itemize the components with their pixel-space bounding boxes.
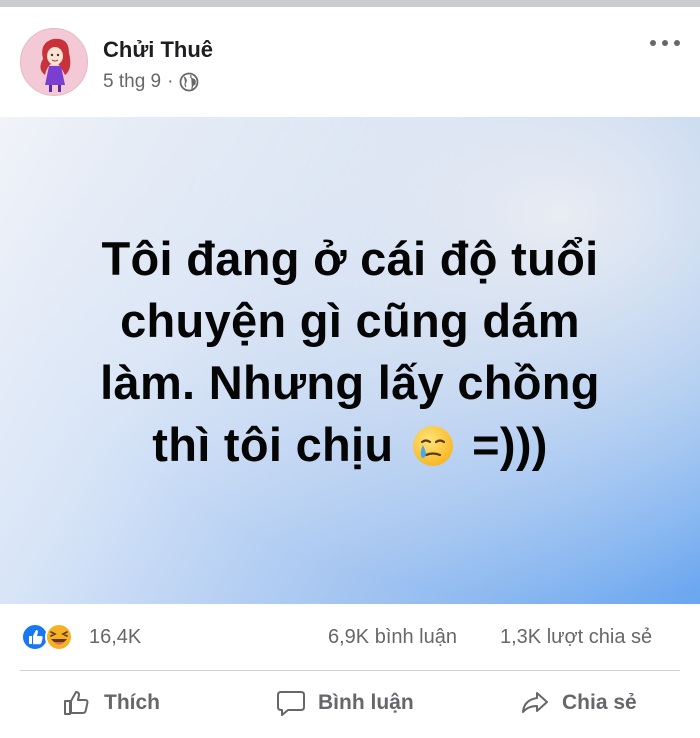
- shares-count[interactable]: 1,3K lượt chia sẻ: [500, 626, 652, 649]
- top-strip: [0, 0, 700, 7]
- reactions-count[interactable]: 16,4K: [89, 626, 141, 649]
- post-date[interactable]: 5 thg 9: [103, 71, 161, 93]
- comment-button[interactable]: Bình luận: [276, 688, 414, 718]
- post-text-segment: =))): [472, 418, 548, 471]
- avatar[interactable]: [20, 28, 88, 96]
- post-text: Tôi đang ở cái độ tuổi chuyện gì cũng dá…: [60, 228, 640, 476]
- share-label: Chia sẻ: [562, 691, 637, 714]
- post-text-line-last: thì tôi chịu =))): [60, 414, 640, 476]
- post-text-line: chuyện gì cũng dám: [120, 294, 580, 347]
- globe-icon: [180, 72, 199, 92]
- comments-count[interactable]: 6,9K bình luận: [328, 626, 457, 649]
- haha-reaction-icon: [45, 623, 73, 651]
- share-button[interactable]: Chia sẻ: [520, 688, 637, 718]
- post-meta: 5 thg 9 ·: [103, 71, 199, 93]
- like-label: Thích: [104, 691, 160, 714]
- meta-separator: ·: [167, 71, 174, 92]
- author-name[interactable]: Chửi Thuê: [103, 37, 213, 63]
- smiling-face-with-tear-emoji: [412, 426, 453, 466]
- avatar-illustration: [40, 38, 71, 92]
- like-button[interactable]: Thích: [62, 688, 160, 718]
- post-text-line: làm. Nhưng lấy chồng: [100, 356, 600, 409]
- post-background: Tôi đang ở cái độ tuổi chuyện gì cũng dá…: [0, 117, 700, 604]
- reactions-summary[interactable]: [20, 622, 78, 652]
- comment-label: Bình luận: [318, 691, 414, 714]
- share-arrow-icon: [522, 692, 548, 713]
- comment-bubble-icon: [277, 691, 305, 716]
- more-options-icon[interactable]: [650, 33, 680, 53]
- post-actions: Thích Bình luận Chia sẻ: [0, 671, 700, 738]
- post-text-segment: thì tôi chịu: [152, 418, 394, 471]
- post-text-line: Tôi đang ở cái độ tuổi: [101, 232, 599, 285]
- post-stats: 16,4K 6,9K bình luận 1,3K lượt chia sẻ: [0, 604, 700, 668]
- post-header: Chửi Thuê 5 thg 9 ·: [0, 7, 700, 116]
- thumbs-up-icon: [64, 691, 89, 715]
